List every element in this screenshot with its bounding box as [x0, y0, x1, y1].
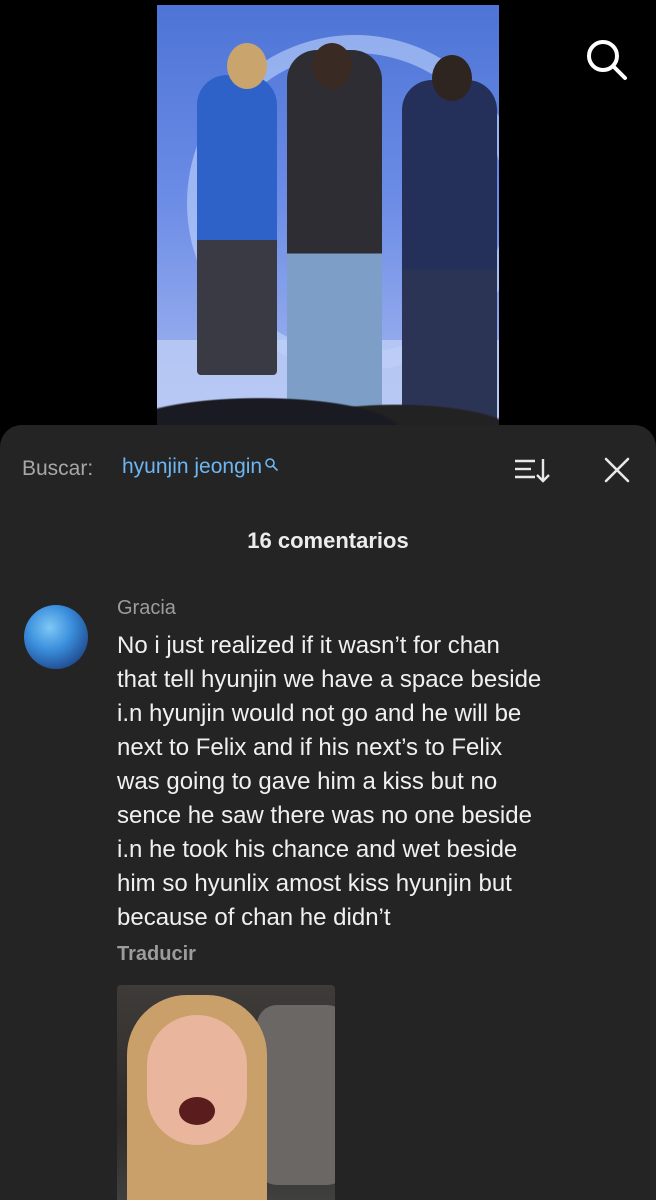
- search-query-link[interactable]: hyunjin jeongin: [122, 455, 278, 479]
- close-icon[interactable]: [602, 455, 632, 485]
- video-player[interactable]: [157, 5, 499, 430]
- translate-link[interactable]: Traducir: [117, 943, 196, 966]
- comment-text: No i just realized if it wasn’t for chan…: [117, 632, 542, 931]
- avatar[interactable]: [24, 605, 88, 669]
- person-right-head: [432, 55, 472, 101]
- search-query-icon: [265, 458, 278, 471]
- person-center-head: [312, 43, 352, 89]
- search-label: Buscar:: [22, 457, 94, 480]
- gif-mouth: [179, 1097, 215, 1125]
- person-left: [197, 75, 277, 375]
- person-left-head: [227, 43, 267, 89]
- search-query[interactable]: hyunjin jeongin: [122, 455, 262, 479]
- gif-face: [147, 1015, 247, 1145]
- screen: Buscar: hyunjin jeongin 16 comentarios G…: [0, 0, 656, 1200]
- comments-panel: Buscar: hyunjin jeongin 16 comentarios G…: [0, 425, 656, 1200]
- comment-gif-image[interactable]: [117, 985, 335, 1200]
- car-seat: [257, 1005, 335, 1185]
- comment-username[interactable]: Gracia: [117, 597, 176, 620]
- comments-header: Buscar: hyunjin jeongin: [22, 455, 634, 485]
- sort-icon[interactable]: [513, 455, 551, 485]
- person-center: [287, 50, 382, 420]
- crowd-silhouette: [157, 375, 499, 430]
- person-right: [402, 80, 497, 425]
- search-icon[interactable]: [583, 36, 629, 82]
- comments-count: 16 comentarios: [247, 528, 409, 553]
